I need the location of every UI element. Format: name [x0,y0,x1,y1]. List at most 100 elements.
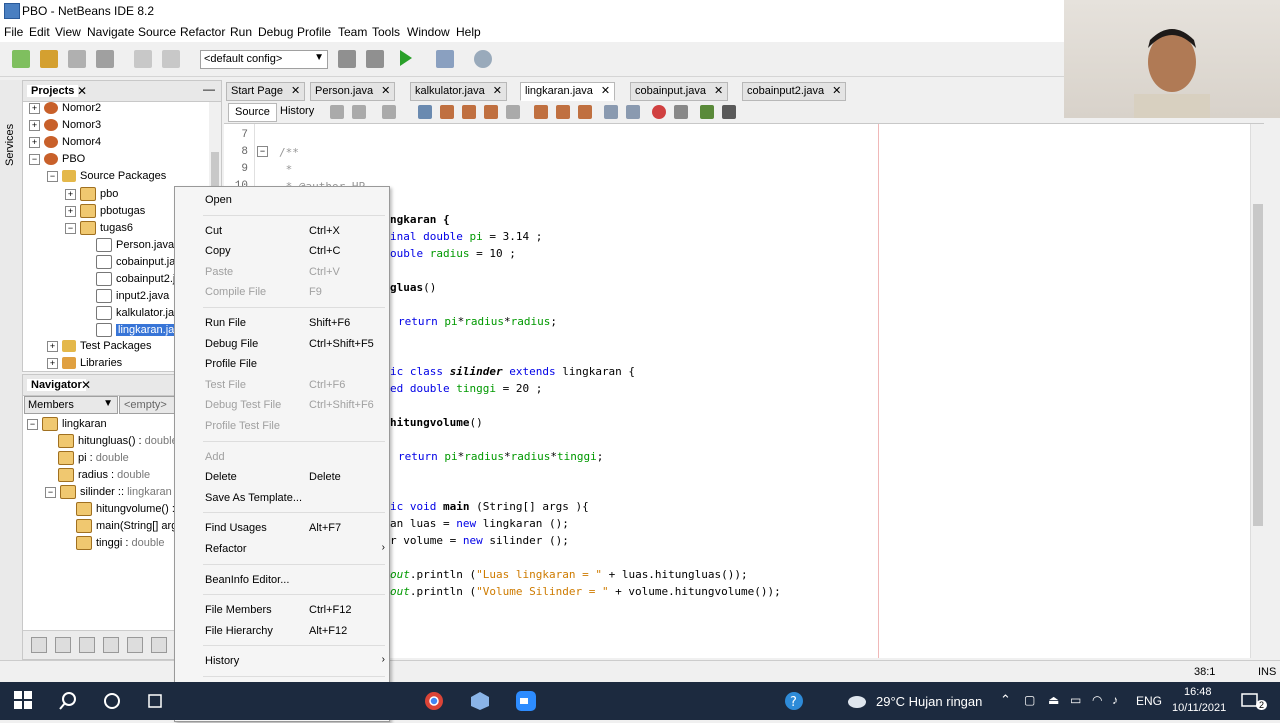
context-menu-item[interactable]: Debug Test File Ctrl+Shift+F6 [175,395,389,415]
context-menu-item[interactable]: Compile File F9 [175,282,389,302]
navigator-item[interactable]: hitungvolume() : [63,502,175,519]
close-icon[interactable]: ✕ [381,85,390,97]
menu-window[interactable]: Window [407,25,450,39]
context-menu-item[interactable]: Copy Ctrl+C [175,241,389,261]
find-next-icon[interactable] [462,105,476,119]
filter-nonpublic-icon[interactable] [79,637,95,653]
members-filter-select[interactable]: Members ▼ [24,396,118,414]
chrome-icon[interactable] [424,691,444,711]
expand-toggle-icon[interactable]: + [29,102,40,114]
close-icon[interactable]: ✕ [493,85,502,97]
navigator-item[interactable]: main(String[] args [63,519,183,536]
context-menu-item[interactable]: Test File Ctrl+F6 [175,375,389,395]
menu-view[interactable]: View [55,25,81,39]
redo-icon[interactable] [162,50,180,68]
editor-tab[interactable]: lingkaran.java ✕ [520,82,616,101]
navigator-item[interactable]: pi : double [45,451,129,468]
project-tree-item[interactable]: lingkaran.java [83,323,188,340]
code-editor[interactable]: − /** * * @author HP ngkaran { inal doub… [255,124,1250,658]
close-icon[interactable]: ✕ [77,84,87,98]
expand-toggle-icon[interactable]: − [29,153,40,165]
editor-scrollbar[interactable] [1250,124,1265,658]
context-menu-item[interactable]: BeanInfo Editor... [175,570,389,590]
task-view-icon[interactable] [146,691,166,711]
clock-date[interactable]: 10/11/2021 [1172,702,1226,714]
new-project-icon[interactable] [40,50,58,68]
context-menu-item[interactable]: Cut Ctrl+X [175,221,389,241]
navigator-item[interactable]: radius : double [45,468,150,485]
project-tree-item[interactable]: + Libraries [47,357,122,374]
minimize-icon[interactable]: — [203,82,215,96]
toggle-highlight-icon[interactable] [484,105,498,119]
source-tab-button[interactable]: Source [228,103,277,122]
menu-run[interactable]: Run [230,25,252,39]
project-tree-item[interactable]: − tugas6 [65,221,133,238]
start-macro-icon[interactable] [652,105,666,119]
context-menu-item[interactable]: Paste Ctrl+V [175,262,389,282]
project-tree-item[interactable]: + pbo [65,187,118,204]
project-tree-item[interactable]: + Nomor4 [29,136,101,153]
search-icon[interactable] [58,691,78,711]
scroll-thumb[interactable] [1253,204,1263,526]
menu-source[interactable]: Source [138,25,176,39]
usb-icon[interactable]: ⏏ [1048,693,1059,707]
editor-tab[interactable]: cobainput2.java ✕ [742,82,847,101]
history-tab-button[interactable]: History [274,103,320,120]
build-icon[interactable] [338,50,356,68]
expand-toggle-icon[interactable]: + [65,205,76,217]
find-previous-icon[interactable] [440,105,454,119]
context-menu-item[interactable]: Debug File Ctrl+Shift+F5 [175,334,389,354]
project-tree-item[interactable]: cobainput.ja [83,255,175,272]
cortana-icon[interactable] [102,691,122,711]
weather-text[interactable]: 29°C Hujan ringan [876,694,982,709]
zoom-icon[interactable] [516,691,536,711]
expand-toggle-icon[interactable]: + [29,119,40,131]
config-select[interactable]: <default config> ▼ [200,50,328,69]
editor-tab[interactable]: Start Page ✕ [226,82,306,101]
menu-edit[interactable]: Edit [29,25,50,39]
clock-time[interactable]: 16:48 [1184,686,1212,698]
project-tree-item[interactable]: kalkulator.ja [83,306,174,323]
previous-bookmark-icon[interactable] [534,105,548,119]
project-tree-item[interactable]: − Source Packages [47,170,166,187]
toggle-bookmark-icon[interactable] [578,105,592,119]
project-tree-item[interactable]: + pbotugas [65,204,145,221]
navigator-item[interactable]: hitungluas() : double [45,434,178,451]
editor-tab[interactable]: kalkulator.java ✕ [410,82,507,101]
context-menu-item[interactable]: File Members Ctrl+F12 [175,600,389,620]
close-icon[interactable]: ✕ [291,85,300,97]
filter-fields-icon[interactable] [31,637,47,653]
undo-icon[interactable] [134,50,152,68]
project-tree-item[interactable]: input2.java [83,289,169,306]
menu-debug[interactable]: Debug [258,25,293,39]
navigator-item[interactable]: − silinder :: lingkaran [45,485,172,502]
last-edit-icon[interactable] [330,105,344,119]
services-tab[interactable]: Services [4,124,16,166]
run-icon[interactable] [400,50,412,66]
expand-toggle-icon[interactable]: + [29,136,40,148]
projects-title[interactable]: Projects [27,85,79,97]
editor-tab[interactable]: cobainput.java ✕ [630,82,729,101]
language-indicator[interactable]: ENG [1136,694,1162,708]
expand-toggle-icon[interactable]: + [65,188,76,200]
meet-icon[interactable]: ▢ [1024,693,1035,707]
expand-toggle-icon[interactable]: − [27,418,38,430]
shift-right-icon[interactable] [626,105,640,119]
context-menu-item[interactable]: Add [175,447,389,467]
expand-toggle-icon[interactable]: + [47,357,58,369]
close-icon[interactable]: ✕ [714,85,723,97]
filter-inner-icon[interactable] [103,637,119,653]
context-menu-item[interactable]: Delete Delete [175,467,389,487]
battery-icon[interactable]: ▭ [1070,693,1081,707]
open-project-icon[interactable] [68,50,86,68]
context-menu-item[interactable]: Profile File [175,354,389,374]
navigator-item[interactable]: tinggi : double [63,536,165,553]
help-icon[interactable]: ? [784,691,804,711]
editor-tab[interactable]: Person.java ✕ [310,82,396,101]
context-menu-item[interactable]: Save As Template... [175,488,389,508]
toggle-rect-selection-icon[interactable] [506,105,520,119]
context-menu-item[interactable]: Open [175,190,389,210]
forward-icon[interactable] [382,105,396,119]
project-tree-item[interactable]: + Test Packages [47,340,152,357]
close-icon[interactable]: ✕ [81,378,91,392]
